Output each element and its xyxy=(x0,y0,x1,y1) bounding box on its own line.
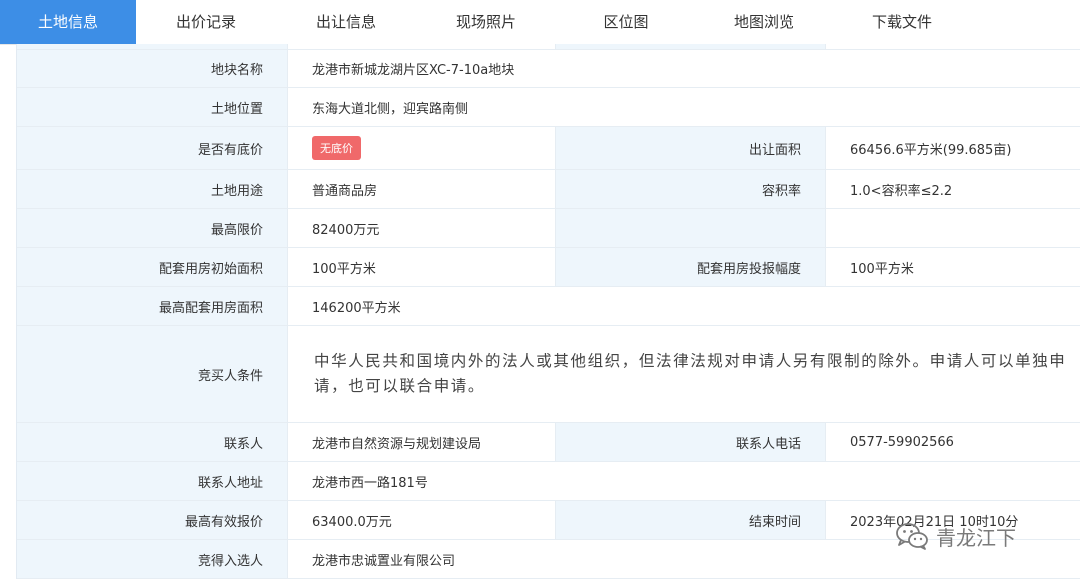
parcel-name-value: 龙港市新城龙湖片区XC-7-10a地块 xyxy=(287,50,1080,87)
land-location-value: 东海大道北侧，迎宾路南侧 xyxy=(287,88,1080,126)
tab-download-files[interactable]: 下载文件 xyxy=(832,0,972,44)
wechat-icon xyxy=(894,521,930,551)
contact-phone-label: 联系人电话 xyxy=(555,423,825,461)
table-row: 最高配套用房面积 146200平方米 xyxy=(17,287,1080,326)
watermark: 青龙江下 xyxy=(894,520,1016,552)
parcel-name-label: 地块名称 xyxy=(17,50,287,87)
no-reserve-badge: 无底价 xyxy=(312,136,361,160)
transfer-area-label: 出让面积 xyxy=(555,127,825,169)
tab-transfer-info[interactable]: 出让信息 xyxy=(276,0,416,44)
tab-bid-records[interactable]: 出价记录 xyxy=(136,0,276,44)
table-row: 地块名称 龙港市新城龙湖片区XC-7-10a地块 xyxy=(17,50,1080,88)
plot-ratio-label: 容积率 xyxy=(555,170,825,208)
tab-map-browse[interactable]: 地图浏览 xyxy=(696,0,832,44)
housing-initial-area-label: 配套用房初始面积 xyxy=(17,248,287,286)
contact-value: 龙港市自然资源与规划建设局 xyxy=(287,423,555,461)
land-info-table: 地块名称 龙港市新城龙湖片区XC-7-10a地块 土地位置 东海大道北侧，迎宾路… xyxy=(16,44,1080,579)
housing-bid-increment-label: 配套用房投报幅度 xyxy=(555,248,825,286)
housing-bid-increment-value: 100平方米 xyxy=(825,248,1080,286)
bidder-conditions-label: 竞买人条件 xyxy=(17,326,287,422)
land-location-label: 土地位置 xyxy=(17,88,287,126)
top-bid-label: 最高有效报价 xyxy=(17,501,287,539)
contact-label: 联系人 xyxy=(17,423,287,461)
table-row: 配套用房初始面积 100平方米 配套用房投报幅度 100平方米 xyxy=(17,248,1080,287)
tab-site-photos[interactable]: 现场照片 xyxy=(416,0,556,44)
tab-land-info[interactable]: 土地信息 xyxy=(0,0,136,44)
contact-address-label: 联系人地址 xyxy=(17,462,287,500)
contact-address-value: 龙港市西一路181号 xyxy=(287,462,1080,500)
max-price-label: 最高限价 xyxy=(17,209,287,247)
land-use-value: 普通商品房 xyxy=(287,170,555,208)
reserve-price-value: 无底价 xyxy=(287,127,555,169)
top-bid-value: 63400.0万元 xyxy=(287,501,555,539)
max-price-value: 82400万元 xyxy=(287,209,555,247)
end-time-label: 结束时间 xyxy=(555,501,825,539)
table-row: 是否有底价 无底价 出让面积 66456.6平方米(99.685亩) xyxy=(17,127,1080,170)
table-row: 联系人地址 龙港市西一路181号 xyxy=(17,462,1080,501)
plot-ratio-value: 1.0<容积率≤2.2 xyxy=(825,170,1080,208)
winner-label: 竞得入选人 xyxy=(17,540,287,578)
land-use-label: 土地用途 xyxy=(17,170,287,208)
housing-max-area-value: 146200平方米 xyxy=(287,287,1080,325)
watermark-text: 青龙江下 xyxy=(936,525,1016,550)
table-row: 土地位置 东海大道北侧，迎宾路南侧 xyxy=(17,88,1080,127)
table-row: 土地用途 普通商品房 容积率 1.0<容积率≤2.2 xyxy=(17,170,1080,209)
housing-initial-area-value: 100平方米 xyxy=(287,248,555,286)
housing-max-area-label: 最高配套用房面积 xyxy=(17,287,287,325)
tab-location-map[interactable]: 区位图 xyxy=(556,0,696,44)
table-row: 最高限价 82400万元 xyxy=(17,209,1080,248)
reserve-price-label: 是否有底价 xyxy=(17,127,287,169)
table-row: 竞买人条件 中华人民共和国境内外的法人或其他组织，但法律法规对申请人另有限制的除… xyxy=(17,326,1080,423)
table-row: 联系人 龙港市自然资源与规划建设局 联系人电话 0577-59902566 xyxy=(17,423,1080,462)
bidder-conditions-value: 中华人民共和国境内外的法人或其他组织，但法律法规对申请人另有限制的除外。申请人可… xyxy=(287,326,1080,422)
tab-bar: 土地信息 出价记录 出让信息 现场照片 区位图 地图浏览 下载文件 xyxy=(0,0,1080,45)
contact-phone-value: 0577-59902566 xyxy=(825,423,1080,461)
transfer-area-value: 66456.6平方米(99.685亩) xyxy=(825,127,1080,169)
